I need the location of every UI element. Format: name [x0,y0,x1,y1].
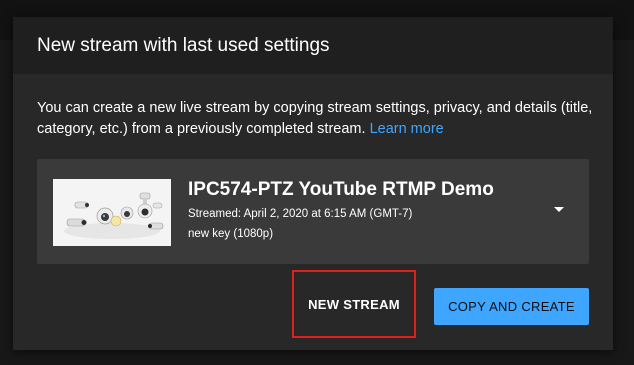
chevron-down-icon [554,207,564,212]
dialog-title: New stream with last used settings [37,35,330,56]
stream-key: new key (1080p) [188,228,274,240]
dialog-header: New stream with last used settings [13,17,613,74]
stream-title: IPC574-PTZ YouTube RTMP Demo [188,179,494,200]
camera-product-thumbnail-icon [53,179,171,246]
stream-select-dropdown[interactable] [543,195,575,225]
description-text: You can create a new live stream by copy… [37,100,593,137]
stream-date: Streamed: April 2, 2020 at 6:15 AM (GMT-… [188,208,413,220]
new-stream-button[interactable]: NEW STREAM [292,270,416,338]
stream-thumbnail [53,179,171,246]
new-stream-dialog: New stream with last used settings You c… [13,17,613,350]
copy-and-create-button[interactable]: COPY AND CREATE [434,288,589,325]
learn-more-link[interactable]: Learn more [370,121,444,137]
previous-stream-card[interactable]: IPC574-PTZ YouTube RTMP Demo Streamed: A… [37,159,589,264]
dialog-description: You can create a new live stream by copy… [37,98,597,140]
